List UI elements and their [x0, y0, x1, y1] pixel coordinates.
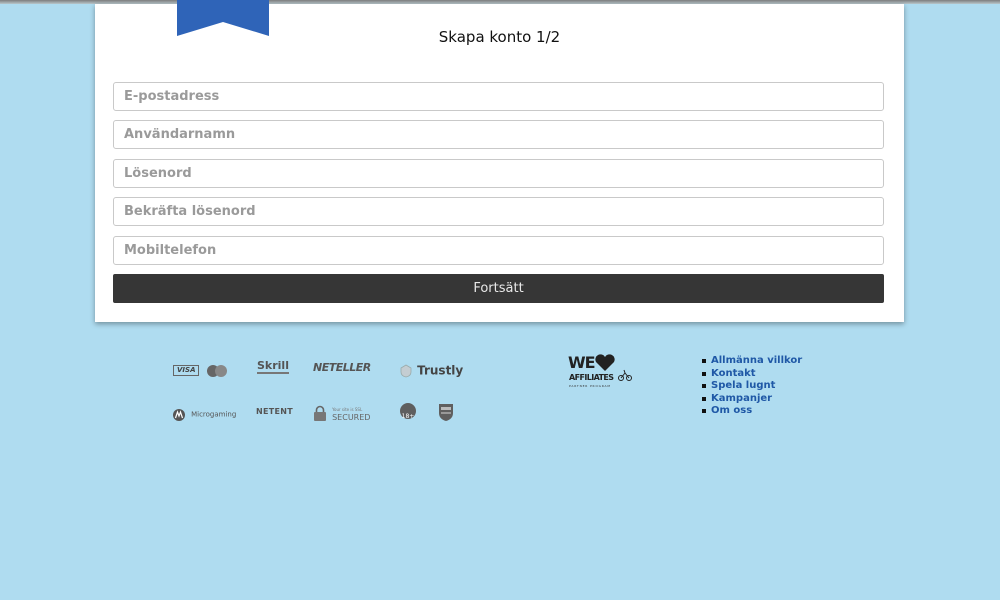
lock-icon — [314, 405, 326, 421]
mobile-phone-field[interactable] — [113, 236, 884, 265]
we-love-affiliates-logo: WE AFFILIATES PARTNER PROGRAM — [568, 354, 634, 390]
trustly-icon — [400, 364, 412, 377]
responsible-gaming-link[interactable]: Spela lugnt — [711, 380, 775, 391]
footer-link-item: Kampanjer — [702, 393, 802, 406]
microgaming-logo: Microgaming — [172, 404, 236, 423]
terms-link[interactable]: Allmänna villkor — [711, 355, 802, 366]
visa-logo-text: VISA — [173, 365, 200, 376]
skrill-logo: Skrill — [257, 359, 289, 374]
shield-icon — [439, 404, 453, 421]
microgaming-logo-text: Microgaming — [191, 410, 237, 419]
footer-link-item: Kontakt — [702, 368, 802, 381]
affiliates-sub-text: PARTNER PROGRAM — [569, 384, 611, 388]
footer-link-item: Spela lugnt — [702, 380, 802, 393]
ssl-secured-text: Your site is SSL SECURED — [332, 406, 370, 422]
heart-icon — [595, 354, 615, 371]
footer-links: Allmänna villkor Kontakt Spela lugnt Kam… — [702, 355, 802, 418]
about-us-link[interactable]: Om oss — [711, 405, 752, 416]
confirm-password-field[interactable] — [113, 197, 884, 226]
age-18-badge: 18+ — [400, 403, 416, 425]
shield-crest-logo — [437, 402, 455, 426]
username-field[interactable] — [113, 120, 884, 149]
trustly-logo-text: Trustly — [417, 363, 464, 378]
continue-button[interactable]: Fortsätt — [113, 274, 884, 303]
visa-mastercard-logo: VISA — [173, 360, 229, 379]
page-title: Skapa konto 1/2 — [438, 28, 561, 46]
neteller-logo: NETELLER — [313, 361, 371, 374]
ssl-secured-label: SECURED — [332, 412, 371, 422]
footer-link-item: Om oss — [702, 405, 802, 418]
password-field[interactable] — [113, 159, 884, 188]
rider-icon — [618, 369, 632, 381]
netent-logo: NETENT — [256, 407, 294, 416]
footer-link-item: Allmänna villkor — [702, 355, 802, 368]
affiliates-name-text: AFFILIATES — [569, 373, 614, 382]
page: Skapa konto 1/2 Fortsätt VISA Skrill NET… — [0, 0, 1000, 600]
signup-card: Skapa konto 1/2 Fortsätt — [95, 0, 904, 322]
email-field[interactable] — [113, 82, 884, 111]
ssl-secured-logo: Your site is SSL SECURED — [313, 403, 370, 422]
microgaming-icon — [173, 408, 185, 421]
affiliates-we-text: WE — [568, 353, 596, 372]
mastercard-icon — [206, 364, 227, 377]
campaigns-link[interactable]: Kampanjer — [711, 393, 772, 404]
trustly-logo: Trustly — [400, 360, 463, 379]
contact-link[interactable]: Kontakt — [711, 368, 756, 379]
age-18-label: 18+ — [401, 413, 415, 420]
